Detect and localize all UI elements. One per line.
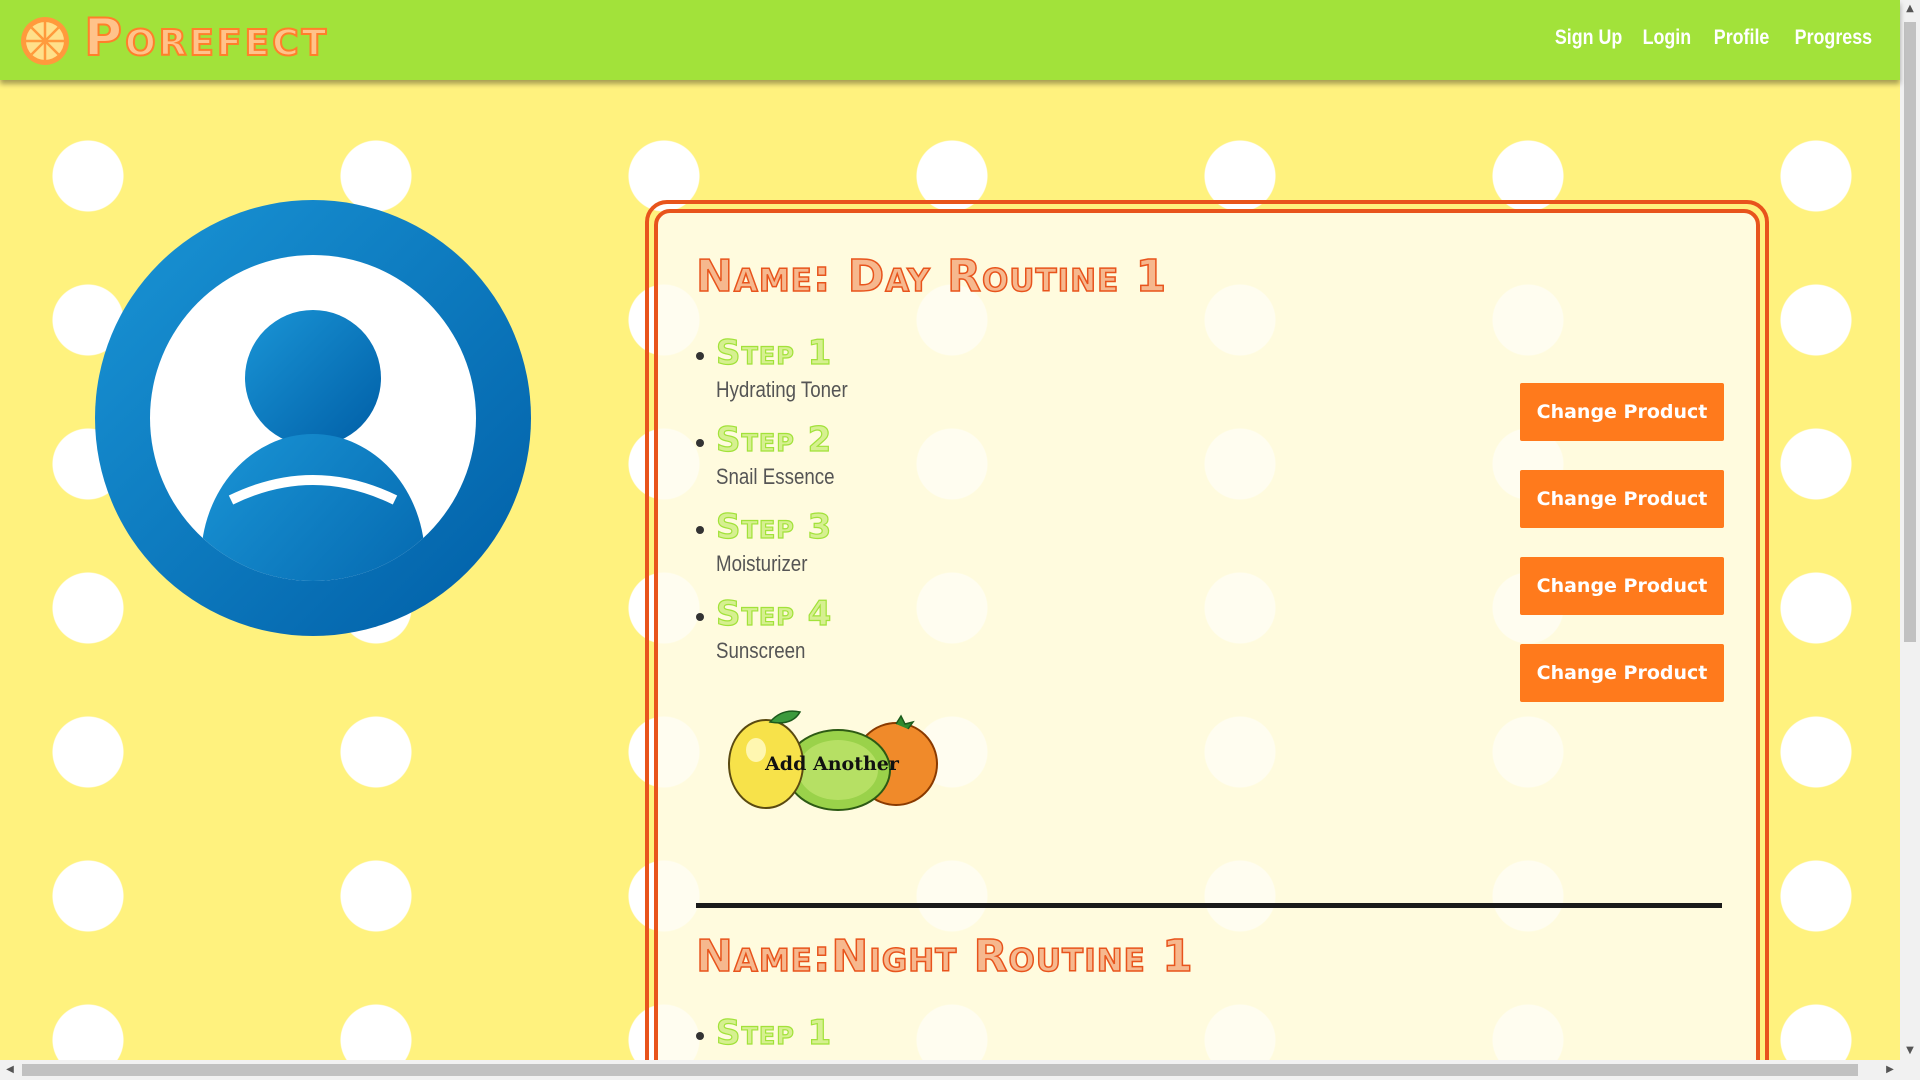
bullet — [696, 526, 704, 534]
routine-card: Name: Day Routine 1 Step 1 Hydrating Ton… — [645, 200, 1769, 1080]
add-another-label: Add Another — [765, 753, 899, 775]
routine-card-inner: Name: Day Routine 1 Step 1 Hydrating Ton… — [654, 209, 1760, 1080]
step-title: Step 1 — [715, 332, 833, 373]
bullet — [696, 352, 704, 360]
add-another-button[interactable]: Add Another — [726, 708, 938, 816]
bullet — [696, 439, 704, 447]
step-list-day: Step 1 Hydrating Toner Step 2 Snail Esse… — [696, 332, 871, 681]
routine-title-day: Name: Day Routine 1 — [695, 250, 1168, 303]
nav-link-progress[interactable]: Progress — [1795, 26, 1872, 50]
step-title: Step 2 — [715, 419, 833, 460]
nav-link-sign-up[interactable]: Sign Up — [1555, 26, 1622, 50]
step-title: Step 3 — [715, 506, 833, 547]
nav-link-login[interactable]: Login — [1643, 26, 1692, 50]
bullet — [696, 613, 704, 621]
list-item: Step 3 Moisturizer — [696, 506, 871, 594]
change-product-button-step-2[interactable]: Change Product — [1520, 470, 1724, 528]
bullet — [696, 1032, 704, 1040]
step-product: Moisturizer — [716, 551, 808, 576]
routine-title-night: Name:Night Routine 1 — [695, 930, 1194, 983]
step-product: Snail Essence — [716, 464, 835, 489]
scroll-right-arrow-icon[interactable]: ▶ — [1880, 1060, 1900, 1080]
change-product-button-step-3[interactable]: Change Product — [1520, 557, 1724, 615]
nav-links: Sign Up Login Profile Progress — [1543, 26, 1872, 50]
step-title: Step 1 — [715, 1012, 833, 1053]
navbar: Porefect Sign Up Login Profile Progress — [0, 0, 1900, 80]
step-title: Step 4 — [715, 593, 833, 634]
list-item: Step 4 Sunscreen — [696, 593, 871, 681]
scroll-up-arrow-icon[interactable]: ▲ — [1900, 0, 1920, 18]
horizontal-scroll-thumb[interactable] — [22, 1064, 1858, 1076]
step-product: Sunscreen — [716, 638, 806, 663]
user-profile-icon — [95, 200, 531, 636]
vertical-scroll-thumb[interactable] — [1904, 22, 1916, 642]
brand-name[interactable]: Porefect — [83, 7, 329, 69]
list-item: Step 2 Snail Essence — [696, 419, 871, 507]
horizontal-scrollbar[interactable]: ◀ ▶ — [0, 1060, 1920, 1080]
change-product-button-step-4[interactable]: Change Product — [1520, 644, 1724, 702]
nav-link-profile[interactable]: Profile — [1713, 26, 1769, 50]
scroll-left-arrow-icon[interactable]: ◀ — [0, 1060, 20, 1080]
routine-divider — [696, 903, 1722, 908]
vertical-scrollbar[interactable]: ▲ ▼ — [1900, 0, 1920, 1060]
scroll-down-arrow-icon[interactable]: ▼ — [1900, 1042, 1920, 1060]
orange-slice-icon[interactable] — [20, 16, 70, 66]
list-item: Step 1 Hydrating Toner — [696, 332, 871, 420]
step-product: Hydrating Toner — [716, 377, 848, 402]
change-product-button-step-1[interactable]: Change Product — [1520, 383, 1724, 441]
